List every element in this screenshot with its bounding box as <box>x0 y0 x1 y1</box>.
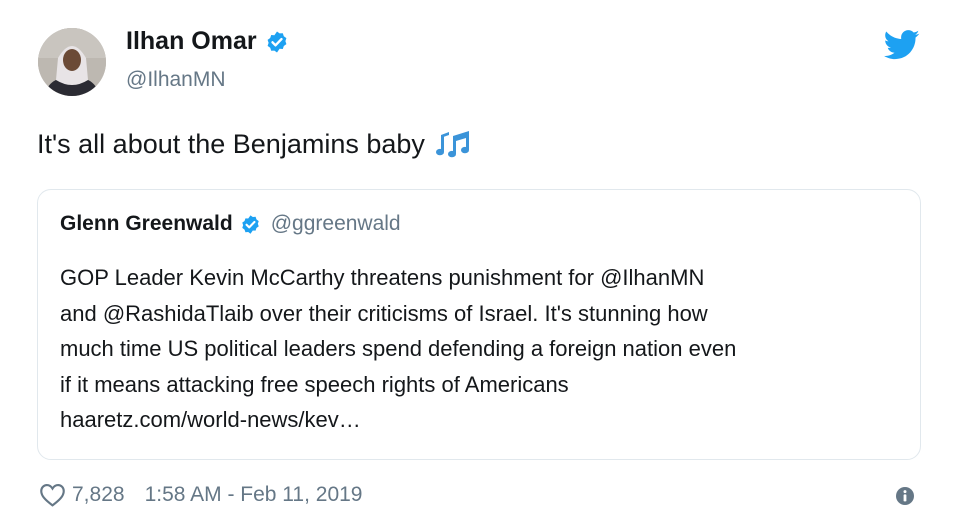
author-name-row: Ilhan Omar <box>126 27 289 56</box>
quoted-link[interactable]: haaretz.com/world-news/kev… <box>60 402 910 438</box>
info-icon[interactable] <box>895 486 915 506</box>
quoted-author-handle[interactable]: @ggreenwald <box>271 212 401 236</box>
quoted-line: much time US political leaders spend def… <box>60 336 737 361</box>
tweet-card: Ilhan Omar @IlhanMN It's all about the B… <box>0 0 960 528</box>
quoted-line: GOP Leader Kevin McCarthy threatens puni… <box>60 265 705 290</box>
tweet-text: It's all about the Benjamins baby <box>37 128 475 160</box>
twitter-bird-icon[interactable] <box>884 30 920 60</box>
like-count[interactable]: 7,828 <box>72 483 125 507</box>
tweet-body: It's all about the Benjamins baby <box>37 128 425 159</box>
quoted-text: GOP Leader Kevin McCarthy threatens puni… <box>60 260 910 438</box>
quoted-author-name[interactable]: Glenn Greenwald <box>60 212 233 236</box>
musical-notes-icon <box>435 131 469 158</box>
tweet-footer: 7,828 1:58 AM - Feb 11, 2019 <box>39 482 362 508</box>
author-name[interactable]: Ilhan Omar <box>126 27 257 56</box>
quoted-tweet[interactable]: Glenn Greenwald @ggreenwald GOP Leader K… <box>37 189 921 460</box>
quoted-header: Glenn Greenwald @ggreenwald <box>60 212 401 236</box>
verified-badge-icon <box>241 214 259 234</box>
verified-badge-icon <box>267 31 286 52</box>
quoted-line: if it means attacking free speech rights… <box>60 371 569 397</box>
quoted-line: and @RashidaTlaib over their criticisms … <box>60 300 708 326</box>
avatar[interactable] <box>38 28 106 96</box>
heart-icon[interactable] <box>39 482 66 508</box>
author-handle[interactable]: @IlhanMN <box>126 68 226 92</box>
tweet-timestamp[interactable]: 1:58 AM - Feb 11, 2019 <box>145 483 363 507</box>
